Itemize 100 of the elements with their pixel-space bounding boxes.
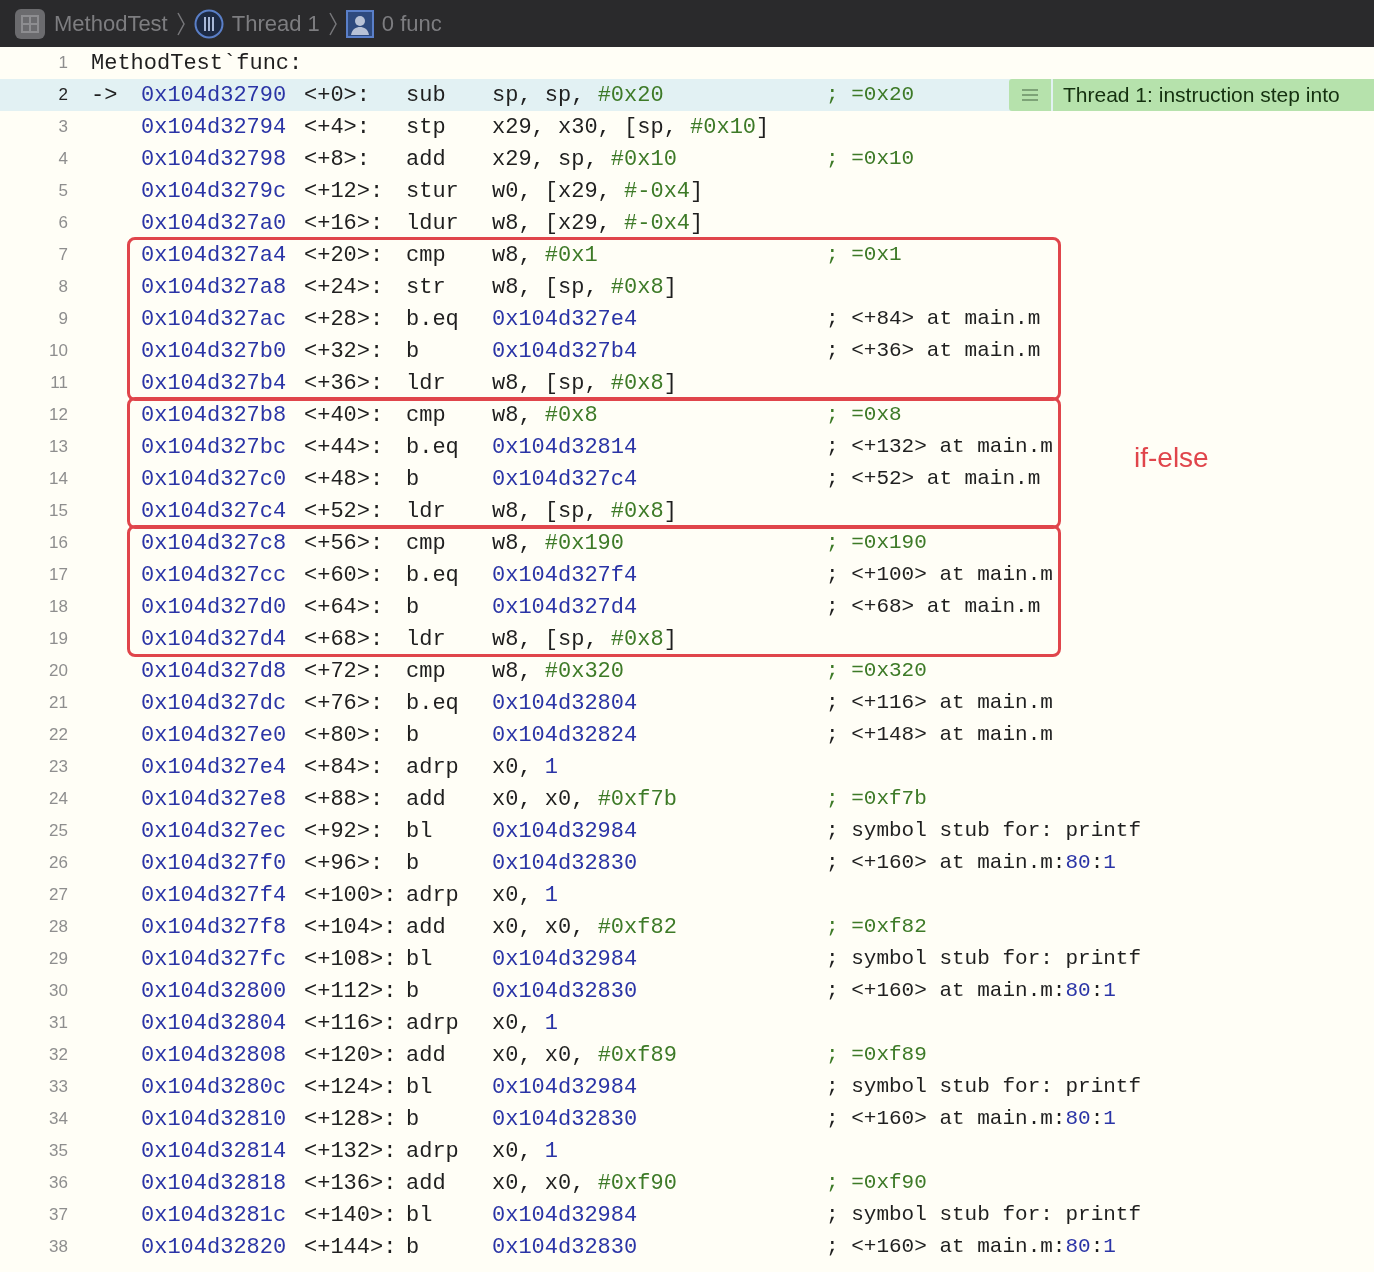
mnemonic: cmp [406, 657, 447, 686]
line-number: 23 [48, 756, 68, 779]
mnemonic: b [406, 465, 421, 494]
operands: x0, 1 [492, 1009, 558, 1038]
line-number: 38 [48, 1236, 68, 1259]
instruction-offset: <+140>: [304, 1201, 398, 1230]
instruction-offset: <+8>: [304, 145, 371, 174]
operands: x0, x0, #0xf90 [492, 1169, 677, 1198]
operands: w8, [sp, #0x8] [492, 497, 677, 526]
line-number: 24 [48, 788, 68, 811]
line-number: 34 [48, 1108, 68, 1131]
mnemonic: adrp [406, 1137, 460, 1166]
instruction-offset: <+0>: [304, 81, 371, 110]
breadcrumb-item[interactable]: MethodTest [54, 7, 168, 40]
mnemonic: b [406, 1233, 421, 1262]
instruction-address: 0x104d327cc [141, 561, 288, 590]
code-comment: ; symbol stub for: printf [826, 818, 1142, 845]
line-number: 5 [57, 180, 68, 203]
operands: x0, 1 [492, 1137, 558, 1166]
instruction-offset: <+44>: [304, 433, 385, 462]
instruction-address: 0x104d327a4 [141, 241, 288, 270]
instruction-offset: <+108>: [304, 945, 398, 974]
instruction-offset: <+48>: [304, 465, 385, 494]
operands: sp, sp, #0x20 [492, 81, 664, 110]
instruction-address: 0x104d327f0 [141, 849, 288, 878]
operands: x0, x0, #0xf7b [492, 785, 677, 814]
instruction-address: 0x104d327e4 [141, 753, 288, 782]
instruction-offset: <+144>: [304, 1233, 398, 1262]
line-number: 8 [57, 276, 68, 299]
operands: w8, [sp, #0x8] [492, 273, 677, 302]
mnemonic: b.eq [406, 561, 460, 590]
line-number: 6 [57, 212, 68, 235]
code-comment: ; =0xf90 [826, 1170, 927, 1197]
instruction-offset: <+136>: [304, 1169, 398, 1198]
instruction-address: 0x104d327f8 [141, 913, 288, 942]
operands: 0x104d327d4 [492, 593, 638, 622]
instruction-address: 0x104d327d8 [141, 657, 288, 686]
instruction-address: 0x104d327b0 [141, 337, 288, 366]
mnemonic: adrp [406, 881, 460, 910]
mnemonic: ldr [406, 497, 447, 526]
line-number: 27 [48, 884, 68, 907]
instruction-address: 0x104d327e8 [141, 785, 288, 814]
instruction-address: 0x104d327a0 [141, 209, 288, 238]
line-number: 18 [48, 596, 68, 619]
breadcrumb-item[interactable]: 0 func [381, 7, 442, 40]
line-number: 20 [48, 660, 68, 683]
instruction-offset: <+72>: [304, 657, 385, 686]
code-comment: ; <+116> at main.m [826, 690, 1053, 717]
line-number: 32 [48, 1044, 68, 1067]
instruction-address: 0x104d32790 [141, 81, 288, 110]
instruction-offset: <+124>: [304, 1073, 398, 1102]
mnemonic: ldr [406, 369, 447, 398]
code-comment: ; =0xf82 [826, 914, 927, 941]
instruction-offset: <+60>: [304, 561, 385, 590]
code-comment: ; =0x190 [826, 530, 927, 557]
code-comment: ; <+100> at main.m [826, 562, 1053, 589]
code-comment: ; symbol stub for: printf [826, 1074, 1142, 1101]
instruction-address: 0x104d3280c [141, 1073, 288, 1102]
mnemonic: adrp [406, 753, 460, 782]
operands: x0, 1 [492, 881, 558, 910]
instruction-address: 0x104d327fc [141, 945, 288, 974]
instruction-address: 0x104d3281c [141, 1201, 288, 1230]
code-comment: ; <+36> at main.m [826, 338, 1041, 365]
operands: 0x104d327c4 [492, 465, 638, 494]
line-number: 4 [57, 148, 68, 171]
mnemonic: cmp [406, 241, 447, 270]
line-number: 17 [48, 564, 68, 587]
code-comment: ; =0x20 [826, 82, 915, 109]
line-number: 3 [57, 116, 68, 139]
breadcrumb-item[interactable]: Thread 1 [231, 7, 320, 40]
line-number: 35 [48, 1140, 68, 1163]
instruction-address: 0x104d32804 [141, 1009, 288, 1038]
instruction-address: 0x104d327f4 [141, 881, 288, 910]
thread-icon[interactable] [193, 8, 224, 39]
instruction-address: 0x104d327d0 [141, 593, 288, 622]
instruction-offset: <+36>: [304, 369, 385, 398]
line-number: 37 [48, 1204, 68, 1227]
mnemonic: ldur [406, 209, 460, 238]
app-icon[interactable] [14, 7, 46, 40]
operands: x0, x0, #0xf89 [492, 1041, 677, 1070]
instruction-address: 0x104d327c8 [141, 529, 288, 558]
line-number: 22 [48, 724, 68, 747]
code-comment: ; <+160> at main.m:80:1 [826, 1106, 1116, 1133]
operands: w8, #0x190 [492, 529, 625, 558]
mnemonic: add [406, 913, 447, 942]
function-label: MethodTest`func: [91, 49, 303, 78]
instruction-offset: <+64>: [304, 593, 385, 622]
instruction-offset: <+88>: [304, 785, 385, 814]
person-icon[interactable] [345, 9, 374, 38]
mnemonic: b [406, 721, 421, 750]
code-comment: ; =0xf89 [826, 1042, 927, 1069]
mnemonic: cmp [406, 401, 447, 430]
mnemonic: add [406, 145, 447, 174]
current-instruction-arrow: -> [91, 81, 119, 110]
line-number: 14 [48, 468, 68, 491]
mnemonic: ldr [406, 625, 447, 654]
instruction-offset: <+76>: [304, 689, 385, 718]
line-number: 2 [57, 84, 68, 107]
instruction-offset: <+20>: [304, 241, 385, 270]
operands: w8, #0x1 [492, 241, 598, 270]
